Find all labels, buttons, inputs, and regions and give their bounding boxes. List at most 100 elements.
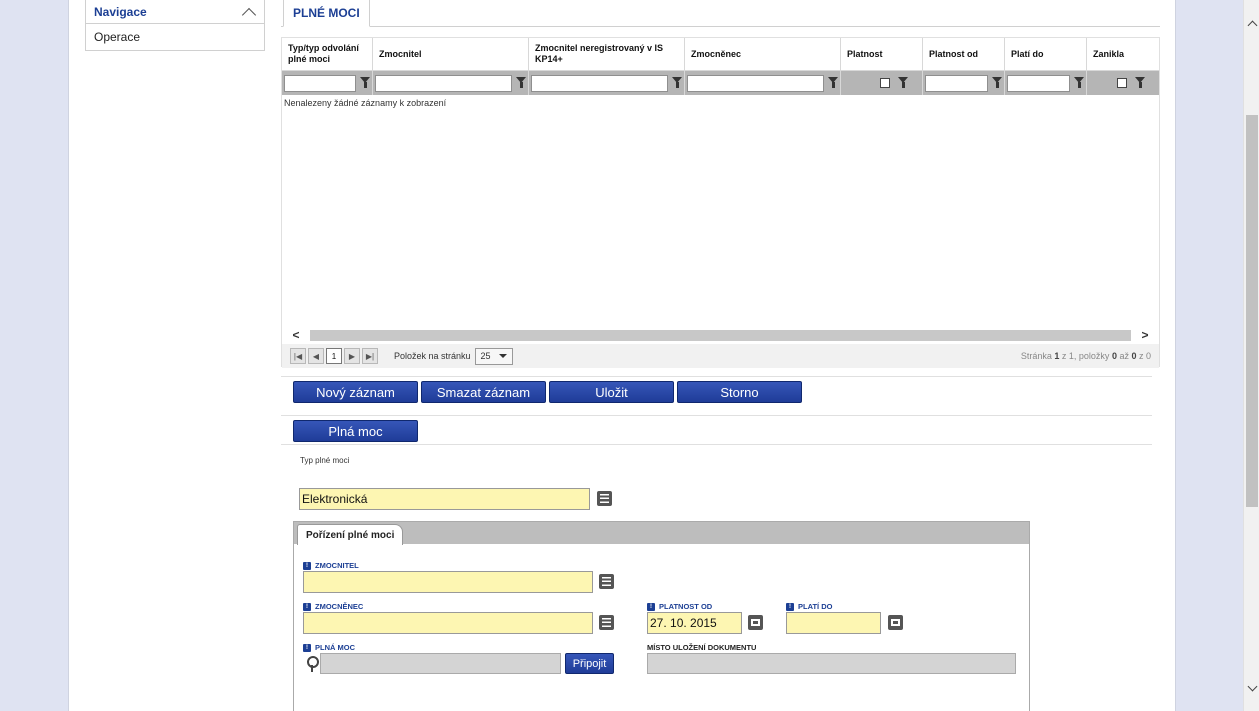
sub-tab-bar: Pořízení plné moci	[294, 522, 1029, 545]
zmocnenec-label-text: ZMOCNĚNEC	[315, 602, 364, 611]
required-icon: !	[303, 643, 311, 652]
misto-ulozeni-field[interactable]	[647, 653, 1016, 674]
filter-checkbox-platnost[interactable]	[880, 78, 890, 88]
plati-do-label: ! PLATÍ DO	[786, 602, 832, 611]
filter-input-platnost-od[interactable]	[925, 74, 988, 92]
zmocnitel-label: ! ZMOCNITEL	[303, 561, 359, 570]
required-icon: !	[303, 561, 311, 570]
nav-item-label: Operace	[94, 30, 141, 44]
tab-porizeni-plne-moci[interactable]: Pořízení plné moci	[297, 524, 404, 545]
pager: |◀ ◀ 1 ▶ ▶| Položek na stránku 25 Stránk…	[282, 344, 1159, 368]
plna-moc-section-button[interactable]: Plná moc	[293, 420, 418, 442]
calendar-icon[interactable]	[748, 615, 763, 630]
first-page-icon[interactable]: |◀	[290, 348, 306, 364]
column-header-platnost[interactable]: Platnost	[841, 38, 923, 70]
page-info-total: z 0	[1136, 351, 1151, 361]
filter-icon[interactable]	[672, 77, 682, 89]
scrollbar-thumb[interactable]	[310, 329, 1131, 341]
filter-icon[interactable]	[1135, 77, 1145, 89]
nav-item-operace[interactable]: Operace	[85, 24, 265, 51]
calendar-icon[interactable]	[888, 615, 903, 630]
list-icon[interactable]	[599, 615, 614, 630]
typ-plne-moci-field[interactable]: Elektronická	[299, 488, 590, 510]
next-page-icon[interactable]: ▶	[344, 348, 360, 364]
tab-bar: PLNÉ MOCI	[281, 0, 1160, 27]
filter-cell-zmocnitel	[373, 71, 529, 95]
column-header-platnost-od[interactable]: Platnost od	[923, 38, 1005, 70]
misto-ulozeni-label: MÍSTO ULOŽENÍ DOKUMENTU	[647, 643, 757, 652]
filter-icon[interactable]	[1074, 77, 1084, 89]
per-page-value: 25	[480, 351, 491, 361]
empty-grid-message: Nenalezeny žádné záznamy k zobrazení	[284, 98, 447, 108]
typ-plne-moci-label: Typ plné moci	[300, 456, 350, 465]
filter-icon[interactable]	[828, 77, 838, 89]
filter-input-zmocnitel-neregistrovany[interactable]	[531, 74, 668, 92]
filter-input-plati-do[interactable]	[1007, 74, 1070, 92]
pripojit-button[interactable]: Připojit	[565, 653, 614, 674]
per-page-select[interactable]: 25	[474, 347, 513, 365]
plna-moc-file-field[interactable]	[320, 653, 561, 674]
scroll-right-icon[interactable]: >	[1131, 328, 1159, 342]
filter-cell-zanikla	[1087, 71, 1159, 95]
zmocnenec-field[interactable]	[303, 612, 593, 634]
plati-do-field[interactable]	[786, 612, 881, 634]
column-header-plati-do[interactable]: Platí do	[1005, 38, 1087, 70]
filter-input-zmocnitel[interactable]	[375, 74, 512, 92]
filter-icon[interactable]	[898, 77, 908, 89]
tab-plne-moci[interactable]: PLNÉ MOCI	[283, 0, 370, 27]
filter-input-typ[interactable]	[284, 74, 356, 92]
prev-page-icon[interactable]: ◀	[308, 348, 324, 364]
filter-icon[interactable]	[360, 77, 370, 89]
scroll-down-icon[interactable]	[1247, 683, 1257, 693]
column-header-zmocnitel-neregistrovany[interactable]: Zmocnitel neregistrovaný v IS KP14+	[529, 38, 685, 70]
platnost-od-label-text: PLATNOST OD	[659, 602, 713, 611]
separator	[281, 376, 1152, 377]
filter-cell-platnost	[841, 71, 923, 95]
plne-moci-grid: Typ/typ odvolání plné moci Zmocnitel Zmo…	[281, 37, 1160, 368]
list-icon[interactable]	[597, 491, 612, 506]
filter-cell-zmocnenec	[685, 71, 841, 95]
required-icon: !	[303, 602, 311, 611]
list-icon[interactable]	[599, 574, 614, 589]
key-icon	[306, 656, 319, 672]
required-icon: !	[647, 602, 655, 611]
navigation-header[interactable]: Navigace	[85, 0, 265, 24]
platnost-od-field[interactable]: 27. 10. 2015	[647, 612, 742, 634]
column-header-zmocnenec[interactable]: Zmocněnec	[685, 38, 841, 70]
filter-icon[interactable]	[992, 77, 1002, 89]
grid-header: Typ/typ odvolání plné moci Zmocnitel Zmo…	[282, 38, 1159, 71]
scrollbar-thumb[interactable]	[1246, 115, 1258, 507]
navigation-header-label: Navigace	[94, 4, 147, 19]
delete-record-button[interactable]: Smazat záznam	[421, 381, 546, 403]
separator	[281, 415, 1152, 416]
main-content: PLNÉ MOCI Typ/typ odvolání plné moci Zmo…	[281, 0, 1160, 368]
save-button[interactable]: Uložit	[549, 381, 674, 403]
cancel-button[interactable]: Storno	[677, 381, 802, 403]
zmocnenec-label: ! ZMOCNĚNEC	[303, 602, 363, 611]
horizontal-scrollbar[interactable]: < >	[282, 328, 1159, 342]
last-page-icon[interactable]: ▶|	[362, 348, 378, 364]
plna-moc-label-text: PLNÁ MOC	[315, 643, 355, 652]
scroll-up-icon[interactable]	[1247, 18, 1257, 28]
required-icon: !	[786, 602, 794, 611]
plna-moc-label: ! PLNÁ MOC	[303, 643, 355, 652]
new-record-button[interactable]: Nový záznam	[293, 381, 418, 403]
scroll-left-icon[interactable]: <	[282, 328, 310, 342]
page-info-to-label: až	[1116, 351, 1132, 361]
column-header-typ[interactable]: Typ/typ odvolání plné moci	[282, 38, 373, 70]
column-header-zmocnitel[interactable]: Zmocnitel	[373, 38, 529, 70]
filter-checkbox-zanikla[interactable]	[1117, 78, 1127, 88]
chevron-up-icon[interactable]	[242, 5, 256, 19]
plati-do-label-text: PLATÍ DO	[798, 602, 833, 611]
page-info-prefix: Stránka	[1020, 351, 1055, 361]
per-page-label: Položek na stránku	[394, 351, 471, 361]
filter-input-zmocnenec[interactable]	[687, 74, 824, 92]
page-info-of: z 1, položky	[1059, 351, 1112, 361]
platnost-od-label: ! PLATNOST OD	[647, 602, 712, 611]
zmocnitel-field[interactable]	[303, 571, 593, 593]
column-header-zanikla[interactable]: Zanikla	[1087, 38, 1159, 70]
vertical-scrollbar[interactable]	[1243, 0, 1259, 711]
filter-cell-typ	[282, 71, 373, 95]
filter-icon[interactable]	[516, 77, 526, 89]
page-number-button[interactable]: 1	[326, 348, 342, 364]
